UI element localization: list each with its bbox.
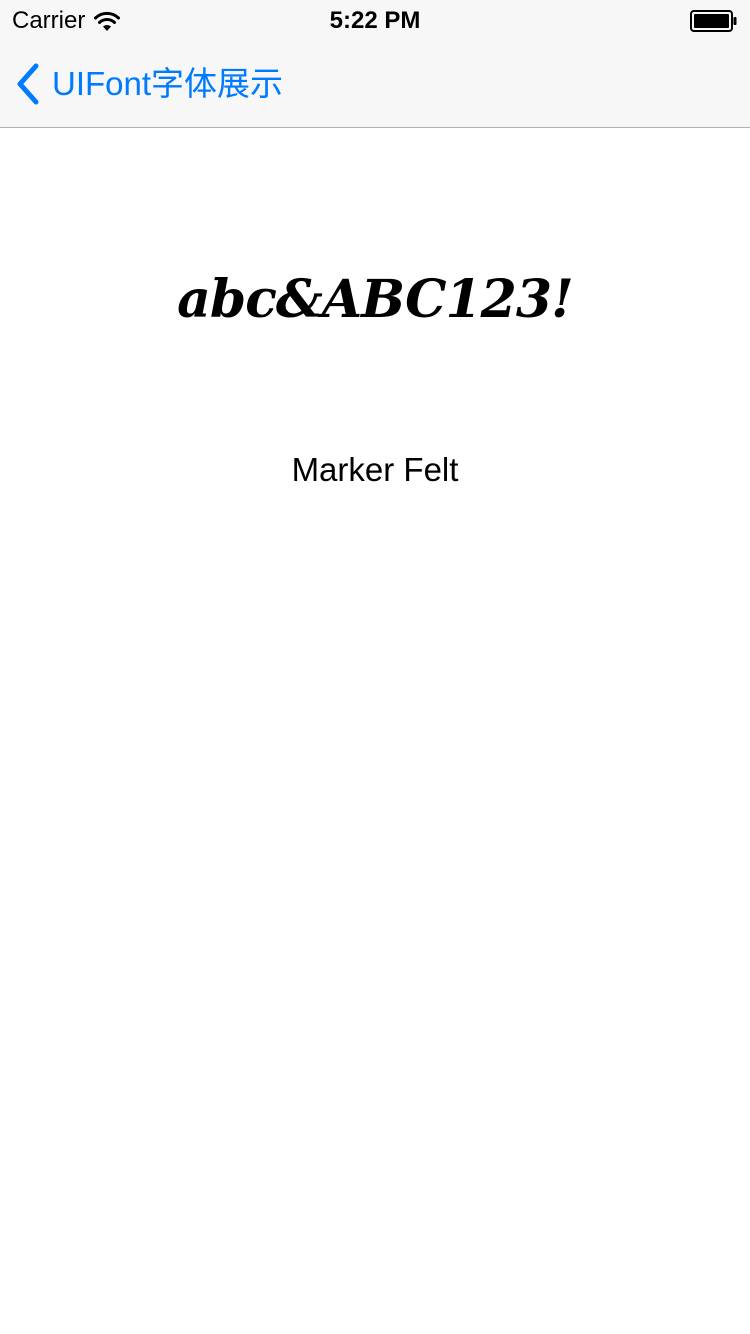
- font-name-label: Marker Felt: [291, 451, 459, 488]
- chevron-left-icon: [17, 63, 39, 105]
- back-button-label: UIFont字体展示: [52, 65, 284, 102]
- battery-full-icon: [690, 10, 737, 32]
- font-sample-text: abc&ABC123!: [177, 269, 574, 330]
- screen: Carrier 5:22 PM UIFont字体展示 abc&ABC123! M…: [0, 0, 750, 1334]
- status-bar: Carrier 5:22 PM: [0, 0, 750, 40]
- navigation-bar: UIFont字体展示: [0, 40, 750, 128]
- status-time: 5:22 PM: [329, 7, 421, 34]
- top-bar: Carrier 5:22 PM UIFont字体展示: [0, 0, 750, 128]
- back-button[interactable]: UIFont字体展示: [12, 58, 283, 110]
